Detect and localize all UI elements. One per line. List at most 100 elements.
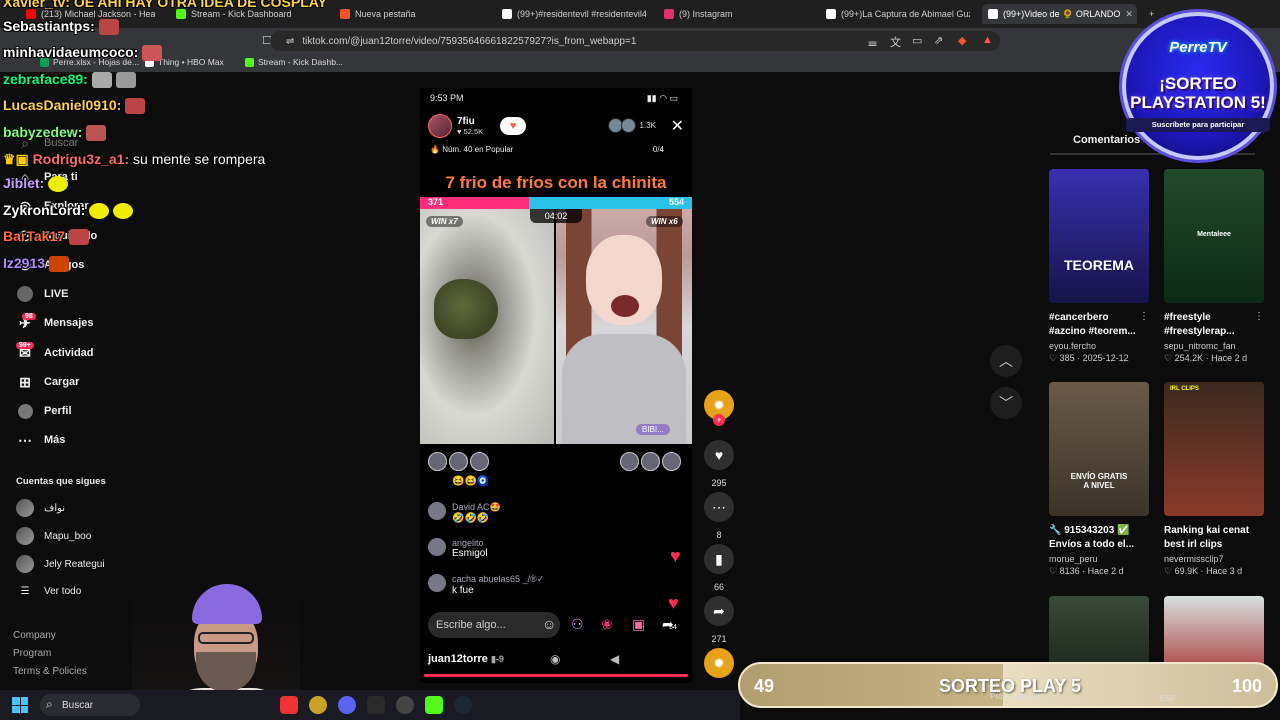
previous-video-button[interactable]: ︿: [990, 345, 1022, 377]
avatar: [16, 527, 34, 545]
follow-button[interactable]: ♥: [500, 117, 527, 135]
heart-icon: ♥: [704, 440, 734, 470]
gifters-right[interactable]: [620, 452, 681, 471]
following-item[interactable]: Mapu_boo: [16, 527, 91, 545]
no-translate-icon[interactable]: 𝍢: [868, 34, 877, 53]
emote-icon: [86, 125, 107, 142]
recommended-video-card[interactable]: IRL CLIPS Ranking kai cenat best irl cli…: [1164, 382, 1264, 577]
app-icon[interactable]: [280, 696, 298, 714]
sidebar-item-cargar[interactable]: ⊞ Cargar: [16, 373, 79, 391]
comment-item: cacha abuelas65 _/®✓ k fue: [428, 574, 544, 596]
people-icon[interactable]: ⚇: [571, 616, 584, 633]
more-options-icon[interactable]: ⋮: [1254, 311, 1264, 322]
avatar: [449, 452, 468, 471]
badge-icon: ♛▣: [3, 151, 29, 167]
floating-heart-icon: ♥: [670, 546, 681, 566]
video-thumbnail: ENVÍO GRATIS A NIVEL: [1049, 382, 1149, 516]
follow-plus-icon[interactable]: +: [713, 414, 725, 426]
recommended-video-card[interactable]: ENVÍO GRATIS A NIVEL 🔧 915343203 ✅ Envío…: [1049, 382, 1149, 577]
share-button[interactable]: ➦ 271: [704, 596, 734, 644]
record-icon[interactable]: ◉: [550, 652, 560, 666]
food-image: [434, 279, 498, 339]
emote-icon: [98, 19, 119, 36]
obs-icon[interactable]: [396, 696, 414, 714]
rank-label[interactable]: 🔥 Núm. 40 en Popular: [430, 145, 513, 154]
emoji-reactions: 😆😆🧿: [452, 476, 490, 487]
steam-icon[interactable]: [454, 696, 472, 714]
battle-timer: 04:02: [530, 209, 582, 223]
translate-icon[interactable]: 文: [890, 34, 901, 50]
avatar: [662, 452, 681, 471]
progress-bar[interactable]: [424, 674, 688, 677]
viewer-count[interactable]: 1.3K: [607, 118, 656, 133]
music-disc-button[interactable]: ✹: [704, 648, 734, 678]
share-icon: ➦: [704, 596, 734, 626]
comment-item: angelito Esmigol: [428, 538, 488, 559]
video-thumbnail: TEOREMA: [1049, 169, 1149, 303]
live-video-player[interactable]: 9:53 PM ▮▮ ◠ ▭ 7fiu ♥ 52.5K ♥ 1.3K ✕ 🔥 Nú…: [420, 88, 692, 683]
rank-progress: 0/4: [652, 145, 664, 154]
tab-instagram[interactable]: (9) Instagram: [658, 4, 808, 24]
guest-tag[interactable]: BIBI...: [636, 424, 670, 435]
app-icon[interactable]: [309, 696, 327, 714]
rewards-icon[interactable]: ▲: [982, 34, 993, 46]
recommended-video-card[interactable]: [1049, 596, 1149, 666]
discord-icon[interactable]: [338, 696, 356, 714]
tab-tiktok-active[interactable]: (99+)Video de 🌻 ORLANDO ✕: [982, 4, 1137, 24]
host-avatar[interactable]: [428, 114, 452, 138]
footer-company[interactable]: Company: [13, 630, 56, 641]
tab-tiktok-2[interactable]: (99+)La Captura de Abimael Guzmán: [820, 4, 970, 24]
tiktok-icon: [988, 9, 998, 19]
share-page-icon[interactable]: ⇗: [934, 34, 943, 47]
bookmark-button[interactable]: ▮ 66: [704, 544, 734, 592]
brave-shield-icon[interactable]: ◆: [958, 34, 966, 47]
live-title: 7 frio de fríos con la chinita: [445, 173, 667, 192]
activity-badge: 99+: [16, 342, 34, 349]
host-info[interactable]: 7fiu ♥ 52.5K ♥: [428, 114, 527, 138]
recommended-video-card[interactable]: Mentaleee #freestyle #freestylerap... se…: [1164, 169, 1264, 364]
tray-notice: Próximamente: [990, 692, 1042, 701]
recommended-video-card[interactable]: TEOREMA #cancerbero #azcino #teorem... e…: [1049, 169, 1149, 364]
sidebar-item-mas[interactable]: ⋯ Más: [16, 431, 65, 449]
taskbar-search[interactable]: Buscar: [40, 694, 140, 716]
comment-input[interactable]: Escribe algo...: [428, 612, 560, 638]
author-name[interactable]: juan12torre ▮-9: [428, 653, 504, 665]
close-icon[interactable]: ✕: [671, 116, 684, 136]
mouth-shape: [611, 295, 639, 317]
phone-time: 9:53 PM: [430, 93, 464, 103]
profile-icon: [16, 402, 34, 420]
stream-chat-overlay: Xavier_tv: OE AHI HAY OTRA IDEA DE COSPL…: [0, 0, 360, 290]
windows-start-icon[interactable]: [12, 697, 28, 713]
tab-tiktok-1[interactable]: (99+)#residentevil #residentevil4rem: [496, 4, 646, 24]
goal-target: 100: [1231, 676, 1262, 696]
emoji-icon[interactable]: ☺: [542, 616, 556, 632]
following-item[interactable]: نواف: [16, 499, 65, 517]
comment-button[interactable]: ⋯ 8: [704, 492, 734, 540]
rose-icon[interactable]: ❀: [601, 616, 613, 633]
battle-video-right: [556, 209, 692, 444]
author-avatar-button[interactable]: ✹ +: [704, 390, 734, 426]
volume-icon: ▮-9: [490, 654, 504, 664]
gifters-left[interactable]: [428, 452, 489, 471]
heart-follow-icon: ♥: [509, 120, 517, 132]
cast-icon[interactable]: ▭: [912, 34, 922, 47]
score-right: 554: [668, 197, 684, 207]
video-thumbnail: Mentaleee: [1164, 169, 1264, 303]
like-button[interactable]: ♥ 295: [704, 440, 734, 488]
back-icon[interactable]: ◀: [610, 652, 619, 666]
footer-program[interactable]: Program: [13, 648, 51, 659]
recommended-video-card[interactable]: [1164, 596, 1264, 666]
next-video-button[interactable]: ﹀: [990, 387, 1022, 419]
sidebar-item-perfil[interactable]: Perfil: [16, 402, 72, 420]
app-icon[interactable]: [367, 696, 385, 714]
kick-icon[interactable]: [425, 696, 443, 714]
language-indicator[interactable]: ESP: [1160, 694, 1176, 703]
gift-icon[interactable]: ▣: [632, 616, 645, 633]
comment-icon: ⋯: [704, 492, 734, 522]
avatar: [620, 452, 639, 471]
giveaway-subtitle: Suscríbete para participar: [1126, 118, 1270, 132]
footer-terms[interactable]: Terms & Policies: [13, 666, 87, 677]
see-all-link[interactable]: ☰ Ver todo: [16, 586, 82, 597]
more-options-icon[interactable]: ⋮: [1139, 311, 1149, 322]
following-item[interactable]: Jely Reategui: [16, 555, 105, 573]
